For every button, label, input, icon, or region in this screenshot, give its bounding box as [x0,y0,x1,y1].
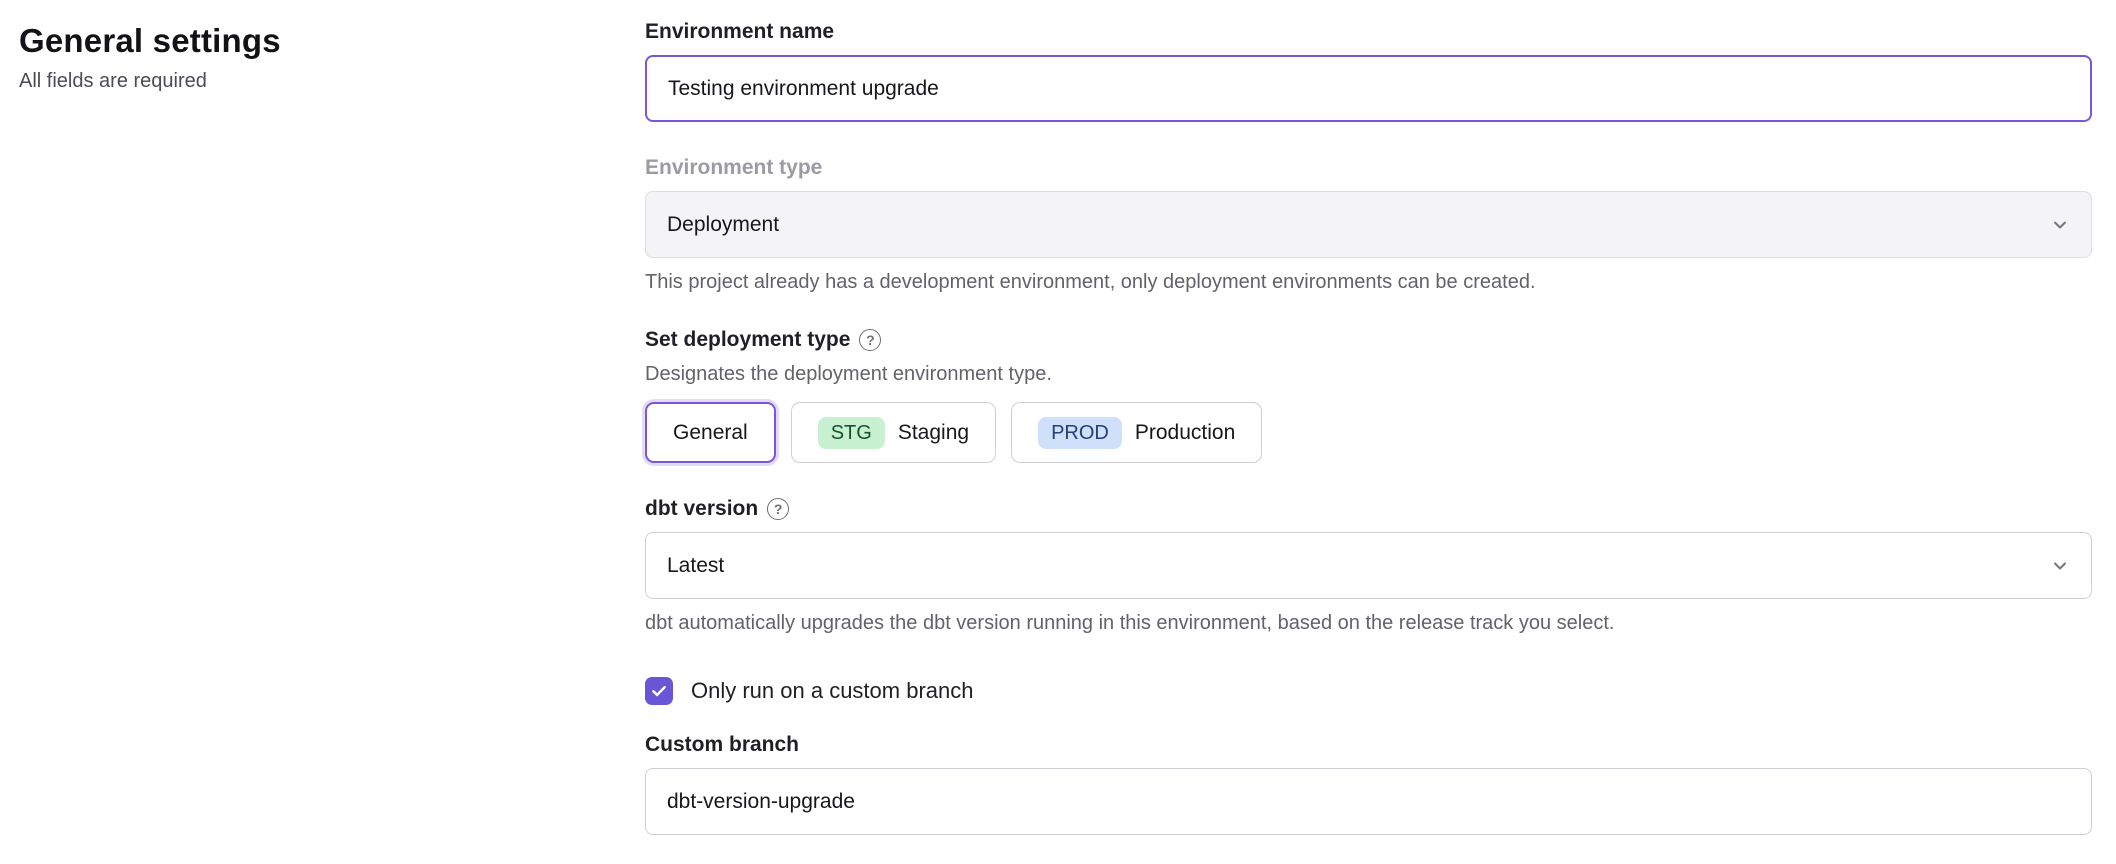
dbt-version-label-text: dbt version [645,497,758,521]
custom-branch-checkbox-label: Only run on a custom branch [691,678,973,704]
deployment-type-field: Set deployment type ? Designates the dep… [645,328,2092,463]
deployment-type-general-button[interactable]: General [645,402,776,463]
settings-header: General settings All fields are required [0,0,645,864]
chevron-down-icon [2050,556,2070,576]
deployment-type-helper: Designates the deployment environment ty… [645,363,2092,386]
custom-branch-field: Custom branch [645,733,2092,835]
dbt-version-select[interactable]: Latest [645,532,2092,599]
deployment-type-options: General STG Staging PROD Production [645,402,2092,463]
deployment-type-label: Set deployment type ? [645,328,2092,352]
dbt-version-helper: dbt automatically upgrades the dbt versi… [645,612,2092,635]
custom-branch-checkbox-row: Only run on a custom branch [645,677,2092,705]
environment-name-input[interactable] [645,55,2092,122]
help-icon[interactable]: ? [859,329,881,351]
deployment-type-staging-label: Staging [898,421,969,445]
settings-form: Environment name Environment type Deploy… [645,0,2116,864]
dbt-version-label: dbt version ? [645,497,2092,521]
deployment-type-label-text: Set deployment type [645,328,850,352]
environment-name-field: Environment name [645,20,2092,122]
help-icon[interactable]: ? [767,498,789,520]
page-subtitle: All fields are required [19,70,645,93]
environment-type-value: Deployment [667,213,779,237]
general-settings-page: General settings All fields are required… [0,0,2116,864]
environment-type-label: Environment type [645,156,2092,180]
chevron-down-icon [2050,215,2070,235]
custom-branch-checkbox[interactable] [645,677,673,705]
deployment-type-production-label: Production [1135,421,1235,445]
environment-type-helper: This project already has a development e… [645,271,2092,294]
production-badge: PROD [1038,417,1122,449]
deployment-type-staging-button[interactable]: STG Staging [791,402,996,463]
page-title: General settings [19,22,645,60]
environment-type-select[interactable]: Deployment [645,191,2092,258]
checkmark-icon [650,682,668,700]
environment-type-field: Environment type Deployment This project… [645,156,2092,294]
custom-branch-input[interactable] [645,768,2092,835]
dbt-version-field: dbt version ? Latest dbt automatically u… [645,497,2092,635]
dbt-version-value: Latest [667,554,724,578]
deployment-type-general-label: General [673,421,748,445]
staging-badge: STG [818,417,885,449]
custom-branch-label: Custom branch [645,733,2092,757]
deployment-type-production-button[interactable]: PROD Production [1011,402,1262,463]
environment-name-label: Environment name [645,20,2092,44]
